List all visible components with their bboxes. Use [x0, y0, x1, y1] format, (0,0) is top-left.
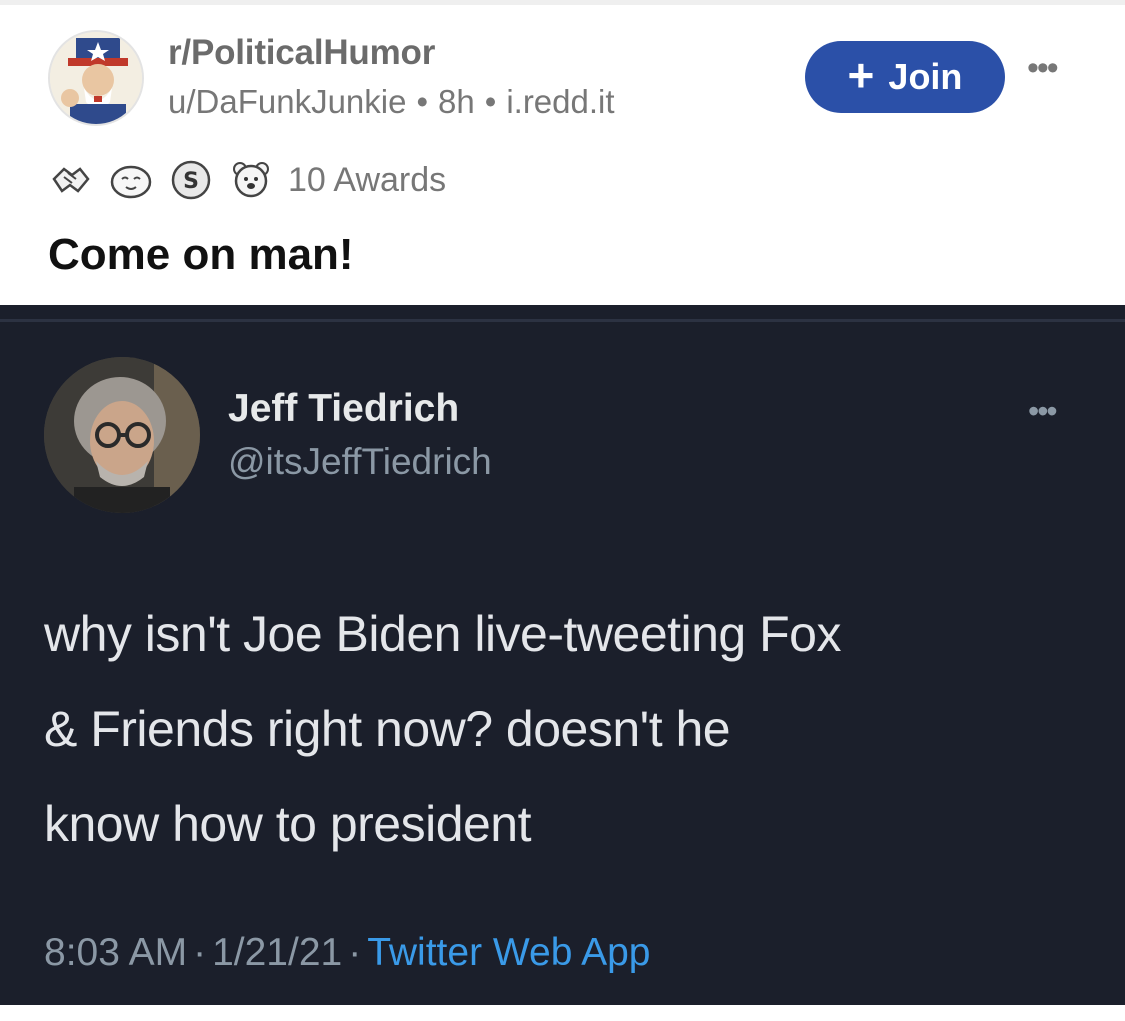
face-award-icon	[110, 165, 152, 199]
post-age: 8h	[438, 83, 475, 120]
tweet-footer: 8:03 AM · 1/21/21 · Twitter Web App	[44, 931, 650, 975]
tweet-avatar	[44, 357, 200, 513]
post-image[interactable]: Jeff Tiedrich @itsJeffTiedrich ••• why i…	[0, 305, 1125, 1005]
tweet-author-handle: @itsJeffTiedrich	[228, 441, 492, 482]
tweet-date: 1/21/21	[212, 931, 343, 974]
post-header: r/PoliticalHumor u/DaFunkJunkie • 8h • i.red…	[0, 5, 1125, 305]
silver-coin-award-icon: S	[171, 160, 211, 200]
join-label: Join	[888, 56, 963, 97]
meta-separator: •	[484, 83, 497, 120]
tweet-more-icon: •••	[1028, 393, 1058, 429]
tweet-text-line: & Friends right now? doesn't he	[44, 701, 731, 757]
plus-icon: +	[847, 49, 875, 101]
join-button[interactable]: + Join	[805, 41, 1005, 113]
meta-separator: •	[416, 83, 429, 120]
tweet-text-line: know how to president	[44, 796, 532, 852]
post-title[interactable]: Come on man!	[48, 230, 354, 280]
bottom-strip	[0, 1005, 1125, 1021]
tweet-author-name: Jeff Tiedrich	[228, 387, 460, 430]
tweet-divider	[0, 319, 1125, 322]
tweet-time: 8:03 AM	[44, 931, 188, 974]
tweet-app: Twitter Web App	[367, 931, 651, 974]
more-options-icon[interactable]: •••	[1027, 49, 1059, 88]
author-link[interactable]: u/DaFunkJunkie	[168, 83, 406, 120]
awards-row[interactable]: S 10 Awards	[48, 155, 446, 205]
bear-award-icon	[233, 162, 269, 198]
tweet-text-line: why isn't Joe Biden live-tweeting Fox	[44, 606, 841, 662]
footer-separator: ·	[193, 931, 207, 974]
tweet-text: why isn't Joe Biden live-tweeting Fox & …	[44, 587, 1104, 872]
awards-count: 10 Awards	[288, 160, 447, 199]
post-meta: u/DaFunkJunkie • 8h • i.redd.it	[168, 83, 615, 121]
footer-separator: ·	[348, 931, 362, 974]
subreddit-name[interactable]: r/PoliticalHumor	[168, 33, 435, 73]
subreddit-avatar[interactable]	[48, 30, 144, 126]
handshake-award-icon	[52, 167, 90, 193]
post-domain[interactable]: i.redd.it	[506, 83, 614, 120]
svg-text:S: S	[183, 169, 199, 194]
